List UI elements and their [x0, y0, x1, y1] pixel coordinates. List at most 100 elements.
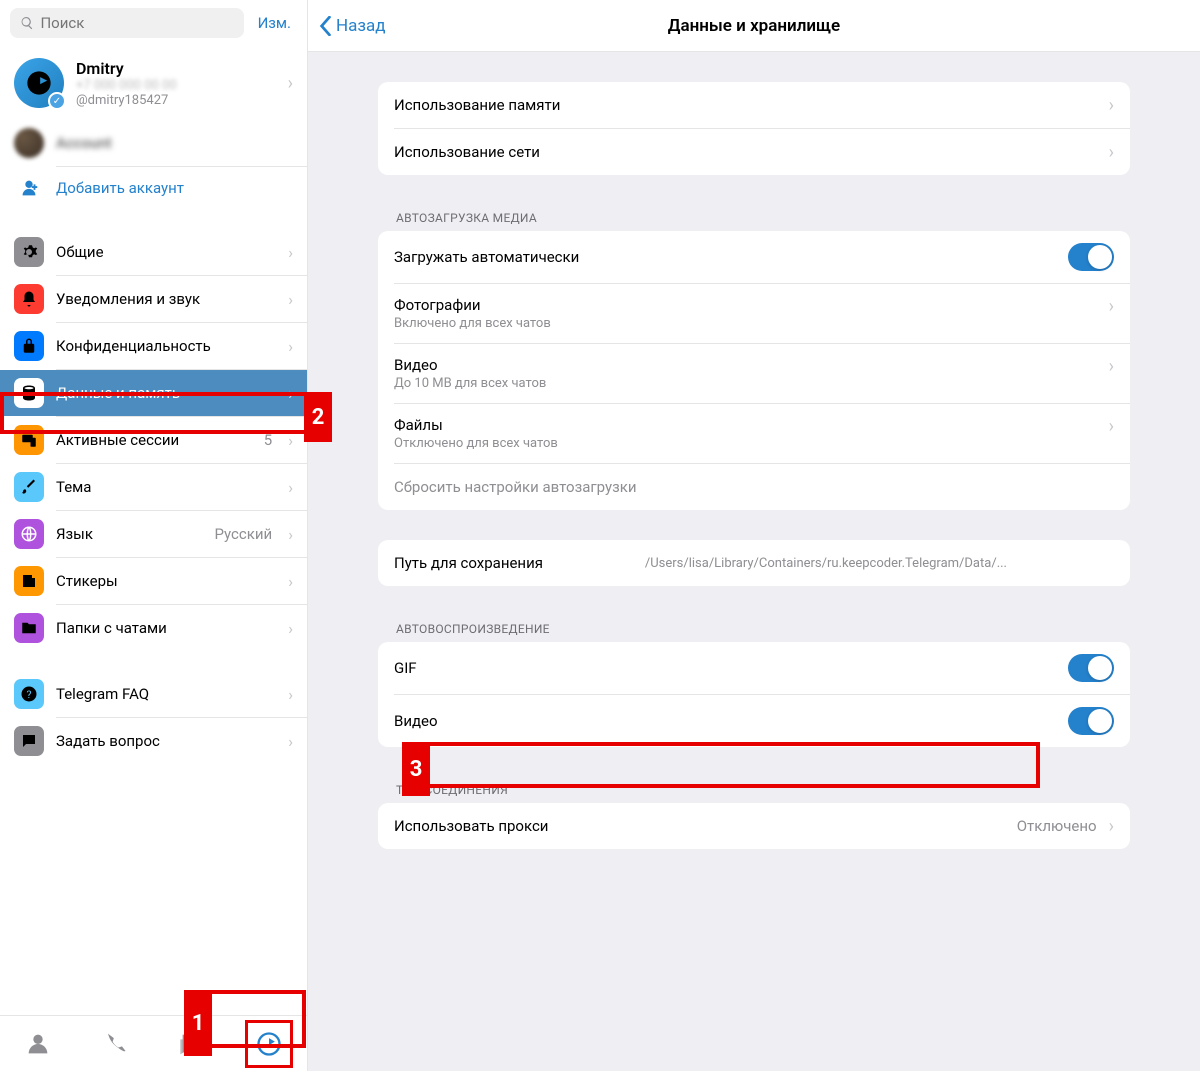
chevron-right-icon: ›	[288, 431, 293, 450]
bell-icon	[14, 284, 44, 314]
section-header-connection: ТИП СОЕДИНЕНИЯ	[378, 777, 1130, 803]
row-label: Использование сети	[394, 143, 1097, 161]
chevron-right-icon: ›	[288, 619, 293, 638]
profile-row[interactable]: ✓ Dmitry +7 000 000 00 00 @dmitry185427 …	[0, 46, 307, 120]
menu-label: Telegram FAQ	[56, 685, 276, 703]
menu-label: Папки с чатами	[56, 619, 276, 637]
row-network-usage[interactable]: Использование сети ›	[378, 129, 1130, 175]
add-account-row[interactable]: Добавить аккаунт	[0, 167, 307, 209]
svg-text:?: ?	[27, 688, 32, 701]
edit-button[interactable]: Изм.	[252, 10, 297, 36]
profile-name: Dmitry	[76, 59, 276, 78]
page-title: Данные и хранилище	[308, 16, 1200, 36]
row-auto-download[interactable]: Загружать автоматически	[378, 231, 1130, 283]
chevron-right-icon: ›	[1109, 95, 1114, 116]
row-files[interactable]: Файлы Отключено для всех чатов ›	[378, 404, 1130, 463]
main-pane: Назад Данные и хранилище Использование п…	[308, 0, 1200, 1071]
menu-item-data-storage[interactable]: Данные и память ›	[0, 370, 307, 416]
menu-item-sessions[interactable]: Активные сессии 5 ›	[0, 417, 307, 463]
row-sub: До 10 MB для всех чатов	[394, 376, 1097, 391]
menu-item-privacy[interactable]: Конфиденциальность ›	[0, 323, 307, 369]
settings-sidebar: Изм. ✓ Dmitry +7 000 000 00 00 @dmitry18…	[0, 0, 308, 1071]
bottom-tabbar	[0, 1015, 307, 1071]
tab-chats[interactable]	[168, 1020, 216, 1068]
back-label: Назад	[336, 16, 386, 36]
connection-card: Использовать прокси Отключено ›	[378, 803, 1130, 849]
content: Использование памяти › Использование сет…	[308, 52, 1200, 1071]
chevron-right-icon: ›	[1109, 356, 1114, 377]
menu-label: Активные сессии	[56, 431, 252, 449]
storage-card: Использование памяти › Использование сет…	[378, 82, 1130, 175]
row-autoplay-video[interactable]: Видео	[378, 695, 1130, 747]
section-header-autoplay: АВТОВОСПРОИЗВЕДЕНИЕ	[378, 616, 1130, 642]
menu-item-folders[interactable]: Папки с чатами ›	[0, 605, 307, 651]
menu-label: Общие	[56, 243, 276, 261]
add-account-label: Добавить аккаунт	[56, 179, 184, 197]
chevron-right-icon: ›	[1109, 816, 1114, 837]
gear-icon	[14, 237, 44, 267]
row-value: /Users/lisa/Library/Containers/ru.keepco…	[575, 556, 1007, 571]
secondary-account-avatar	[14, 128, 44, 158]
row-use-proxy[interactable]: Использовать прокси Отключено ›	[378, 803, 1130, 849]
toggle-autoplay-video[interactable]	[1068, 707, 1114, 735]
sticker-icon	[14, 566, 44, 596]
menu-item-faq[interactable]: ? Telegram FAQ ›	[0, 671, 307, 717]
main-header: Назад Данные и хранилище	[308, 0, 1200, 52]
menu-label: Уведомления и звук	[56, 290, 276, 308]
row-label: Видео	[394, 712, 1056, 730]
row-save-path[interactable]: Путь для сохранения /Users/lisa/Library/…	[378, 540, 1130, 586]
chevron-right-icon: ›	[288, 732, 293, 751]
menu-item-stickers[interactable]: Стикеры ›	[0, 558, 307, 604]
devices-icon	[14, 425, 44, 455]
row-reset-autoload[interactable]: Сбросить настройки автозагрузки	[378, 464, 1130, 510]
secondary-account-name-blurred: Account	[56, 134, 112, 152]
tab-contacts[interactable]	[14, 1020, 62, 1068]
menu-item-notifications[interactable]: Уведомления и звук ›	[0, 276, 307, 322]
menu-item-ask[interactable]: Задать вопрос ›	[0, 718, 307, 764]
section-header-automedia: АВТОЗАГРУЗКА МЕДИА	[378, 205, 1130, 231]
menu-item-theme[interactable]: Тема ›	[0, 464, 307, 510]
search-input[interactable]	[40, 14, 233, 32]
toggle-autoplay-gif[interactable]	[1068, 654, 1114, 682]
chat-icon	[14, 726, 44, 756]
settings-menu-1: Общие › Уведомления и звук › Конфиденциа…	[0, 229, 307, 651]
secondary-account-row[interactable]: Account	[0, 120, 307, 166]
menu-value: 5	[264, 431, 272, 449]
profile-phone-blurred: +7 000 000 00 00	[76, 78, 276, 93]
chevron-right-icon: ›	[1109, 142, 1114, 163]
profile-avatar: ✓	[14, 58, 64, 108]
row-label: Видео	[394, 356, 1097, 374]
tab-settings[interactable]	[245, 1020, 293, 1068]
back-button[interactable]: Назад	[308, 16, 396, 36]
globe-icon	[14, 519, 44, 549]
savepath-card: Путь для сохранения /Users/lisa/Library/…	[378, 540, 1130, 586]
chevron-right-icon: ›	[288, 384, 293, 403]
profile-username: @dmitry185427	[76, 93, 276, 108]
menu-label: Тема	[56, 478, 276, 496]
menu-label: Стикеры	[56, 572, 276, 590]
chevron-right-icon: ›	[288, 290, 293, 309]
row-memory-usage[interactable]: Использование памяти ›	[378, 82, 1130, 128]
menu-label: Язык	[56, 525, 202, 543]
settings-menu-2: ? Telegram FAQ › Задать вопрос ›	[0, 671, 307, 764]
search-icon	[20, 15, 34, 31]
row-videos[interactable]: Видео До 10 MB для всех чатов ›	[378, 344, 1130, 403]
row-autoplay-gif[interactable]: GIF	[378, 642, 1130, 694]
row-value: Отключено	[1017, 817, 1097, 835]
row-label: Путь для сохранения	[394, 554, 543, 572]
chevron-right-icon: ›	[288, 572, 293, 591]
chevron-right-icon: ›	[288, 337, 293, 356]
row-label: Файлы	[394, 416, 1097, 434]
menu-item-general[interactable]: Общие ›	[0, 229, 307, 275]
database-icon	[14, 378, 44, 408]
search-input-wrap[interactable]	[10, 8, 244, 38]
chevron-right-icon: ›	[288, 525, 293, 544]
row-sub: Отключено для всех чатов	[394, 436, 1097, 451]
menu-item-language[interactable]: Язык Русский ›	[0, 511, 307, 557]
row-photos[interactable]: Фотографии Включено для всех чатов ›	[378, 284, 1130, 343]
chevron-right-icon: ›	[1109, 296, 1114, 317]
chevron-left-icon	[318, 16, 332, 36]
tab-calls[interactable]	[91, 1020, 139, 1068]
toggle-auto-download[interactable]	[1068, 243, 1114, 271]
autoplay-card: GIF Видео	[378, 642, 1130, 747]
